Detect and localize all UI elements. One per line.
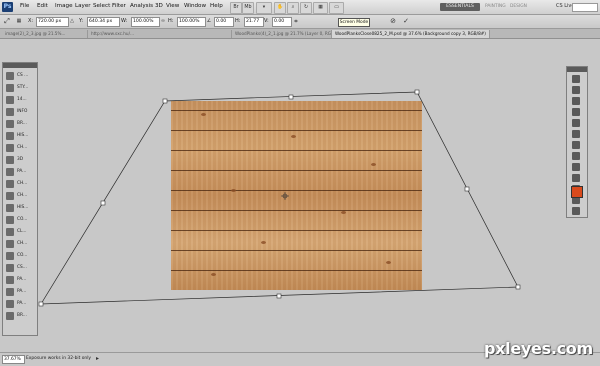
panel-button-19[interactable]: PA... [6, 287, 35, 297]
panel-icon [6, 264, 14, 272]
panel-label: PA... [17, 289, 27, 294]
panel-icon [6, 132, 14, 140]
transform-handle-top-left[interactable] [162, 98, 168, 104]
panel-button-9[interactable]: PA... [6, 167, 35, 177]
panel-button-8[interactable]: 3D [6, 155, 35, 165]
panel-label: CL... [17, 229, 27, 234]
panel-button-1[interactable]: CS ... [6, 71, 35, 81]
panel-label: CS... [17, 265, 27, 270]
transform-handle-bottom-right[interactable] [515, 284, 521, 290]
panel-icon [6, 180, 14, 188]
panel-icon [6, 312, 14, 320]
panel-icon [6, 72, 14, 80]
panel-button-5[interactable]: BR... [6, 119, 35, 129]
lasso-tool-icon[interactable] [572, 97, 580, 105]
panel-label: HIS... [17, 133, 29, 138]
panel-icon [6, 300, 14, 308]
clone-stamp-tool-icon[interactable] [572, 163, 580, 171]
panel-button-7[interactable]: CH... [6, 143, 35, 153]
panel-icon [6, 84, 14, 92]
panel-icon [6, 228, 14, 236]
eraser-tool-icon[interactable] [572, 174, 580, 182]
transform-handle-top[interactable] [288, 94, 294, 100]
panel-label: PA... [17, 169, 27, 174]
panel-label: PA... [17, 277, 27, 282]
transform-bounding-box[interactable] [0, 0, 600, 365]
panel-label: CH... [17, 241, 28, 246]
panel-button-13[interactable]: CO... [6, 215, 35, 225]
panel-label: HIS... [17, 205, 29, 210]
panel-icon [6, 276, 14, 284]
panel-label: BR... [17, 121, 27, 126]
transform-handle-right[interactable] [464, 186, 470, 192]
panel-label: INFO [17, 109, 28, 114]
panel-icon [6, 288, 14, 296]
tools-panel-header[interactable] [567, 67, 587, 72]
panel-icon [6, 144, 14, 152]
panels-strip-header[interactable] [3, 63, 37, 68]
panel-button-12[interactable]: HIS... [6, 203, 35, 213]
panel-label: PA... [17, 301, 27, 306]
panel-button-21[interactable]: BR... [6, 311, 35, 321]
panel-label: CO... [17, 217, 28, 222]
panel-label: CO... [17, 253, 28, 258]
panel-icon [6, 192, 14, 200]
panel-icon [6, 252, 14, 260]
panel-label: CH... [17, 181, 28, 186]
panel-icon [6, 156, 14, 164]
panel-button-16[interactable]: CO... [6, 251, 35, 261]
move-tool-icon[interactable] [572, 75, 580, 83]
panels-strip: CS ... STY... 14... INFO BR... HIS... CH… [2, 62, 38, 336]
panel-icon [6, 96, 14, 104]
panel-button-3[interactable]: 14... [6, 95, 35, 105]
transform-handle-left[interactable] [100, 200, 106, 206]
panel-button-14[interactable]: CL... [6, 227, 35, 237]
panel-icon [6, 216, 14, 224]
panel-icon [6, 240, 14, 248]
transform-handle-bottom-left[interactable] [38, 301, 44, 307]
healing-brush-tool-icon[interactable] [572, 141, 580, 149]
panel-button-10[interactable]: CH... [6, 179, 35, 189]
status-message: Exposure works in 32-bit only [26, 356, 92, 361]
panel-button-17[interactable]: CS... [6, 263, 35, 273]
panel-label: 3D [17, 157, 24, 162]
marquee-tool-icon[interactable] [572, 86, 580, 94]
panel-button-6[interactable]: HIS... [6, 131, 35, 141]
panel-label: CS ... [17, 73, 29, 78]
panel-button-11[interactable]: CH... [6, 191, 35, 201]
zoom-level-field[interactable]: 37.67% [2, 355, 25, 364]
zoom-tool-icon[interactable] [572, 207, 580, 215]
crop-tool-icon[interactable] [572, 119, 580, 127]
transform-center-point-icon[interactable] [281, 192, 289, 200]
panel-label: 14... [17, 97, 27, 102]
status-menu-arrow-icon[interactable]: ▸ [96, 355, 99, 362]
panel-icon [6, 120, 14, 128]
watermark: pxleyes.com [484, 339, 593, 358]
foreground-color-swatch[interactable] [571, 186, 583, 198]
tooltip: Screen Mode [338, 18, 370, 27]
transform-handle-bottom[interactable] [276, 293, 282, 299]
panel-label: CH... [17, 193, 28, 198]
panel-icon [6, 108, 14, 116]
panel-button-20[interactable]: PA... [6, 299, 35, 309]
panel-label: CH... [17, 145, 28, 150]
transform-outline [40, 91, 519, 305]
transform-handle-top-right[interactable] [414, 89, 420, 95]
panel-icon [6, 168, 14, 176]
brush-tool-icon[interactable] [572, 152, 580, 160]
panel-button-15[interactable]: CH... [6, 239, 35, 249]
quick-selection-tool-icon[interactable] [572, 108, 580, 116]
panel-label: STY... [17, 85, 29, 90]
panel-label: BR... [17, 313, 27, 318]
panel-button-18[interactable]: PA... [6, 275, 35, 285]
panel-button-2[interactable]: STY... [6, 83, 35, 93]
panel-button-4[interactable]: INFO [6, 107, 35, 117]
panel-icon [6, 204, 14, 212]
eyedropper-tool-icon[interactable] [572, 130, 580, 138]
